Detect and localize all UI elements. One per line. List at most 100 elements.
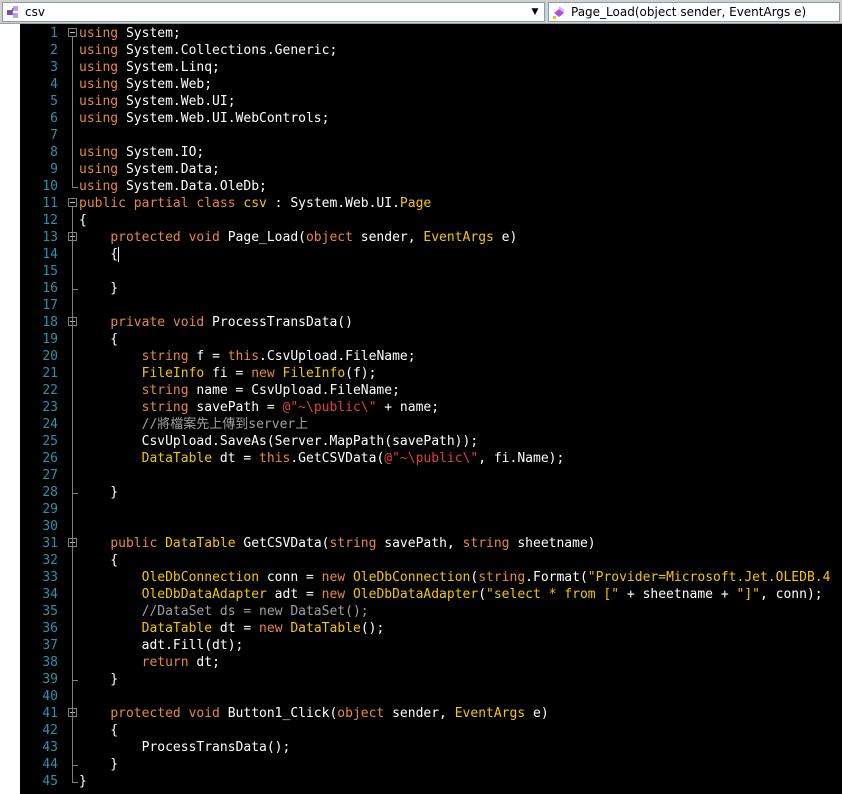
code-line[interactable]: 16 } bbox=[0, 280, 842, 297]
code-text: using System.Collections.Generic; bbox=[79, 42, 337, 59]
code-token: name = CsvUpload.FileName; bbox=[188, 383, 400, 398]
code-line[interactable]: 9 using System.Data; bbox=[0, 161, 842, 178]
code-text: return dt; bbox=[79, 654, 220, 671]
chevron-down-icon[interactable]: ▼ bbox=[528, 3, 542, 21]
code-line[interactable]: 43 ProcessTransData(); bbox=[0, 739, 842, 756]
code-line[interactable]: 7 bbox=[0, 127, 842, 144]
code-line[interactable]: 34 OleDbDataAdapter adt = new OleDbDataA… bbox=[0, 586, 842, 603]
code-token: public partial class bbox=[79, 196, 236, 211]
member-selector-value: Page_Load(object sender, EventArgs e) bbox=[571, 5, 807, 19]
code-token: using bbox=[79, 179, 119, 194]
line-number: 19 bbox=[42, 332, 58, 347]
line-number: 45 bbox=[42, 774, 58, 789]
code-token: OleDbConnection bbox=[352, 570, 471, 585]
code-line[interactable]: 13 protected void Page_Load(object sende… bbox=[0, 229, 842, 246]
code-line[interactable]: 22 string name = CsvUpload.FileName; bbox=[0, 382, 842, 399]
collapse-toggle-icon[interactable] bbox=[68, 28, 77, 37]
code-text: DataTable dt = new DataTable(); bbox=[79, 620, 385, 637]
line-number: 2 bbox=[50, 43, 58, 58]
code-line[interactable]: 37 adt.Fill(dt); bbox=[0, 637, 842, 654]
code-text: //DataSet ds = new DataSet(); bbox=[79, 603, 369, 620]
code-line[interactable]: 15 bbox=[0, 263, 842, 280]
code-line[interactable]: 44 } bbox=[0, 756, 842, 773]
outline-guide bbox=[72, 241, 73, 289]
code-line[interactable]: 5 using System.Web.UI; bbox=[0, 93, 842, 110]
code-line[interactable]: 40 bbox=[0, 688, 842, 705]
code-line[interactable]: 25 CsvUpload.SaveAs(Server.MapPath(saveP… bbox=[0, 433, 842, 450]
code-line[interactable]: 6 using System.Web.UI.WebControls; bbox=[0, 110, 842, 127]
code-line[interactable]: 2 using System.Collections.Generic; bbox=[0, 42, 842, 59]
code-token: object bbox=[305, 230, 353, 245]
code-line[interactable]: 19 { bbox=[0, 331, 842, 348]
code-token: } bbox=[79, 281, 119, 296]
code-line[interactable]: 39 } bbox=[0, 671, 842, 688]
code-line[interactable]: 27 bbox=[0, 467, 842, 484]
code-text: { bbox=[79, 212, 87, 229]
code-line[interactable]: 35 //DataSet ds = new DataSet(); bbox=[0, 603, 842, 620]
code-line[interactable]: 41 protected void Button1_Click(object s… bbox=[0, 705, 842, 722]
line-number: 20 bbox=[42, 349, 58, 364]
code-line[interactable]: 38 return dt; bbox=[0, 654, 842, 671]
code-text: using System.Web; bbox=[79, 76, 212, 93]
code-token: conn = bbox=[259, 570, 322, 585]
line-number: 26 bbox=[42, 451, 58, 466]
member-selector-dropdown[interactable]: Page_Load(object sender, EventArgs e) bbox=[548, 2, 840, 22]
code-token: csv bbox=[243, 196, 267, 211]
code-line[interactable]: 28 } bbox=[0, 484, 842, 501]
line-number: 32 bbox=[42, 553, 58, 568]
method-icon bbox=[551, 4, 567, 20]
code-line[interactable]: 32 { bbox=[0, 552, 842, 569]
code-token: .GetCSVData( bbox=[290, 451, 385, 466]
code-line[interactable]: 4 using System.Web; bbox=[0, 76, 842, 93]
code-line[interactable]: 10 using System.Data.OleDb; bbox=[0, 178, 842, 195]
line-number: 41 bbox=[42, 706, 58, 721]
code-token: .CsvUpload.FileName; bbox=[259, 349, 416, 364]
code-token: OleDbConnection bbox=[141, 570, 260, 585]
line-number: 38 bbox=[42, 655, 58, 670]
code-line[interactable]: 17 bbox=[0, 297, 842, 314]
code-line[interactable]: 33 OleDbConnection conn = new OleDbConne… bbox=[0, 569, 842, 586]
code-token: .Format( bbox=[525, 570, 588, 585]
code-token: "Provider=Microsoft.Jet.OLEDB.4 bbox=[587, 570, 831, 585]
collapse-toggle-icon[interactable] bbox=[68, 198, 77, 207]
code-line[interactable]: 31 public DataTable GetCSVData(string sa… bbox=[0, 535, 842, 552]
code-editor[interactable]: 1 using System; 2 using System.Collections.… bbox=[0, 24, 842, 794]
code-line[interactable]: 18 private void ProcessTransData() bbox=[0, 314, 842, 331]
code-token: { bbox=[79, 247, 119, 262]
code-line[interactable]: 30 bbox=[0, 518, 842, 535]
outline-guide bbox=[72, 37, 73, 187]
code-line[interactable]: 12 { bbox=[0, 212, 842, 229]
code-line[interactable]: 29 bbox=[0, 501, 842, 518]
code-line[interactable]: 45} bbox=[0, 773, 842, 790]
code-token: OleDbDataAdapter bbox=[352, 587, 479, 602]
code-token: dt; bbox=[188, 655, 220, 670]
code-line[interactable]: 8 using System.IO; bbox=[0, 144, 842, 161]
code-line[interactable]: 26 DataTable dt = this.GetCSVData(@"~\pu… bbox=[0, 450, 842, 467]
code-line[interactable]: 14 { bbox=[0, 246, 842, 263]
code-line[interactable]: 3 using System.Linq; bbox=[0, 59, 842, 76]
code-token: sender, bbox=[384, 706, 455, 721]
code-token: "select * from [" bbox=[486, 587, 620, 602]
line-number: 29 bbox=[42, 502, 58, 517]
code-token: + sheetname + bbox=[619, 587, 737, 602]
code-line[interactable]: 21 FileInfo fi = new FileInfo(f); bbox=[0, 365, 842, 382]
code-line[interactable]: 11 public partial class csv : System.Web.… bbox=[0, 195, 842, 212]
code-token: Button1_Click( bbox=[219, 706, 338, 721]
code-token: fi = bbox=[204, 366, 252, 381]
code-line[interactable]: 20 string f = this.CsvUpload.FileName; bbox=[0, 348, 842, 365]
class-selector-dropdown[interactable]: csv ▼ bbox=[2, 2, 545, 22]
line-number: 31 bbox=[42, 536, 58, 551]
line-number: 35 bbox=[42, 604, 58, 619]
code-line[interactable]: 42 { bbox=[0, 722, 842, 739]
code-line[interactable]: 24 //將檔案先上傳到server上 bbox=[0, 416, 842, 433]
code-text: using System.Linq; bbox=[79, 59, 220, 76]
code-line[interactable]: 23 string savePath = @"~\public\" + name… bbox=[0, 399, 842, 416]
code-line[interactable]: 36 DataTable dt = new DataTable(); bbox=[0, 620, 842, 637]
code-line[interactable]: 1 using System; bbox=[0, 25, 842, 42]
code-text: } bbox=[79, 484, 118, 501]
line-number: 33 bbox=[42, 570, 58, 585]
